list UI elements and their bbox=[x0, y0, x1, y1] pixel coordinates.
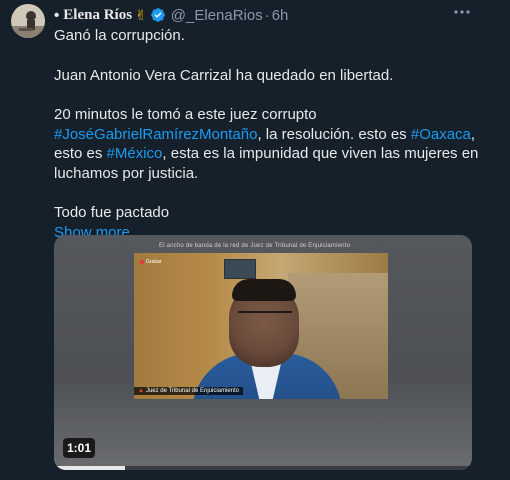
avatar-image bbox=[11, 4, 45, 38]
tweet-line-3: 20 minutos le tomó a este juez corrupto bbox=[54, 106, 317, 123]
tweet-line-4-text: , la resolución. esto es bbox=[257, 125, 411, 143]
author-bullet: • bbox=[54, 6, 60, 24]
zoom-video-window: Grabar ▲ Juez de Tribunal de Enjuiciamien… bbox=[134, 253, 388, 399]
author-name[interactable]: Elena Ríos bbox=[63, 7, 132, 24]
tweet-timestamp[interactable]: 6h bbox=[272, 7, 289, 24]
tweet-text: Ganó la corrupción. Juan Antonio Vera Ca… bbox=[54, 26, 484, 242]
header-separator: · bbox=[264, 6, 270, 24]
tweet-line-1: Ganó la corrupción. bbox=[54, 27, 185, 44]
tweet-line-4: #JoséGabrielRamírezMontaño, la resolució… bbox=[54, 125, 484, 145]
author-handle[interactable]: @_ElenaRios bbox=[171, 7, 263, 24]
author-avatar[interactable] bbox=[11, 4, 45, 38]
tweet-line-5: esto es #México, esta es la impunidad qu… bbox=[54, 144, 484, 164]
author-emoji: ✌ bbox=[135, 6, 147, 23]
monitor-image bbox=[224, 259, 256, 279]
video-player[interactable]: El ancho de banda de la red de Juez de T… bbox=[54, 235, 472, 470]
mic-muted-icon: ▲ bbox=[138, 388, 144, 394]
video-duration-badge: 1:01 bbox=[63, 438, 96, 458]
tweet-header: • Elena Ríos ✌ @_ElenaRios · 6h bbox=[54, 6, 470, 24]
hashtag-mexico-link[interactable]: #México bbox=[107, 145, 163, 162]
zoom-participant-name: ▲ Juez de Tribunal de Enjuiciamiento bbox=[134, 387, 244, 395]
tweet-line-2: Juan Antonio Vera Carrizal ha quedado en… bbox=[54, 66, 394, 84]
zoom-window-title: El ancho de banda de la red de Juez de T… bbox=[159, 243, 351, 249]
tweet-line-5-start: esto es bbox=[54, 145, 107, 162]
verified-badge-icon bbox=[150, 8, 165, 22]
hashtag-judge-link[interactable]: #JoséGabrielRamírezMontaño bbox=[54, 126, 257, 143]
video-progress-bar[interactable] bbox=[54, 466, 472, 470]
more-horizontal-icon[interactable] bbox=[452, 2, 472, 22]
tweet-line-6: luchamos por justicia. bbox=[54, 164, 199, 182]
tweet-line-7: Todo fue pactado bbox=[54, 204, 170, 221]
video-frame: El ancho de banda de la red de Juez de T… bbox=[54, 235, 472, 470]
tweet-line-4-end: , bbox=[470, 125, 476, 143]
video-progress-fill bbox=[54, 466, 126, 470]
zoom-record-label: Grabar bbox=[140, 259, 162, 265]
tweet-line-5-text: , esta es la impunidad que viven las muj… bbox=[162, 145, 479, 162]
hashtag-oaxaca-link[interactable]: #Oaxaca bbox=[411, 126, 471, 143]
